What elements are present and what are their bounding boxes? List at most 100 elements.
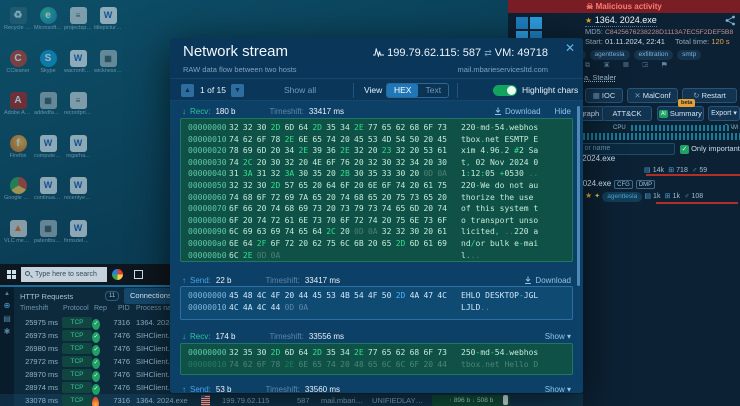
- desktop-icon[interactable]: f Firefox: [4, 135, 32, 159]
- hex-row: 000000104C4A4C440D0ALJLD..: [181, 302, 572, 314]
- show-all-button[interactable]: Show all: [284, 85, 316, 95]
- dialog-subtitle: RAW data flow between two hosts: [183, 65, 297, 74]
- hex-row: 000000003232302D6D642D35342E776562686F73…: [181, 122, 572, 134]
- hex-row: 00000030742C203032204E6F7620323032342030…: [181, 157, 572, 169]
- hex-row: 00000040313A31323A3035202B30353330200D0A…: [181, 168, 572, 180]
- attck-button[interactable]: ATT&CK: [602, 106, 652, 121]
- share-icon[interactable]: [725, 15, 736, 26]
- recycle-icon: ♻: [10, 7, 27, 24]
- ioc-button[interactable]: ▦ IOC: [585, 88, 623, 103]
- timeline-bar[interactable]: [583, 133, 740, 140]
- view-hex[interactable]: HEX: [387, 84, 418, 97]
- start-row: Start: 01.11.2024, 22:41 Total time: 120…: [585, 37, 730, 46]
- desktop-icon[interactable]: ♻ Recycle Bin: [4, 7, 32, 31]
- doc-icon: W: [100, 7, 117, 24]
- tab-http-requests[interactable]: HTTP Requests: [20, 290, 73, 303]
- desktop-icon[interactable]: S Skype: [34, 50, 62, 74]
- jpg-icon: ▦: [40, 92, 57, 109]
- download-button[interactable]: Download: [494, 107, 541, 116]
- jpg-icon: ▦: [100, 50, 117, 67]
- network-stream-dialog: Network stream RAW data flow between two…: [170, 38, 583, 393]
- recv-section-header: ↓ Recv:174 b Timeshift:33556 ms Show ▾: [182, 330, 571, 342]
- desktop-icon[interactable]: W continuada...: [34, 177, 62, 201]
- us-flag-icon: [201, 395, 210, 406]
- desktop-icon[interactable]: ≡ recordpric...: [64, 92, 92, 116]
- browser-icon[interactable]: [112, 269, 123, 280]
- search-icon: [25, 271, 30, 276]
- desktop-icon[interactable]: ▲ VLC media player: [4, 220, 32, 244]
- desktop-icon[interactable]: Google Chrome: [4, 177, 32, 201]
- desktop-icon[interactable]: ▦ addedfast.jpg: [34, 92, 62, 116]
- collapse-icon[interactable]: ▲: [0, 291, 14, 297]
- desktop-icon[interactable]: W regarha...: [64, 135, 92, 159]
- send-section-header: ↑ Send:53 b Timeshift:33560 ms Show ▾: [182, 383, 571, 393]
- tag-exfiltration[interactable]: exfiltration: [634, 50, 674, 60]
- show-button[interactable]: Show ▾: [545, 385, 571, 394]
- hex-row: 0000000045484C4F204445534B544F502D4A474C…: [181, 290, 572, 302]
- hex-row: 0000001074626F782E6E65742045534D54502045…: [181, 134, 572, 146]
- dialog-scrollbar-thumb[interactable]: [577, 106, 580, 286]
- doc-icon: W: [70, 135, 87, 152]
- close-icon[interactable]: ✕: [565, 41, 575, 55]
- skype-icon: S: [40, 50, 57, 67]
- hex-row: 0000002078696D20342E39362E32202332205361…: [181, 145, 572, 157]
- hex-row: 0000001074626F782E6E65742048656C6C6F2044…: [181, 359, 572, 371]
- hex-row: 000000706F6620746869732073797374656D2074…: [181, 203, 572, 215]
- desktop-icon[interactable]: ▦ wickness.jpg: [94, 50, 122, 74]
- show-button[interactable]: Show ▾: [545, 332, 571, 341]
- summary-button[interactable]: AISummary: [657, 106, 704, 121]
- desktop-icon[interactable]: e Microsoft Edge: [34, 7, 62, 31]
- tag-agenttesla[interactable]: agenttesla: [590, 50, 630, 60]
- taskbar-search-input[interactable]: Type here to search: [21, 267, 107, 282]
- edge-icon: e: [40, 7, 57, 24]
- desktop-icon[interactable]: W firmsdelRe...: [64, 220, 92, 244]
- doc-icon: W: [40, 177, 57, 194]
- tags-row: stealeragentteslaexfiltrationsmtp: [556, 49, 740, 60]
- desktop-icon[interactable]: ≡ projectspa...: [64, 7, 92, 31]
- send-hex-block: 0000000045484C4F204445534B544F502D4A474C…: [180, 286, 573, 320]
- hide-button[interactable]: Hide: [555, 107, 571, 116]
- doc-icon: W: [70, 220, 87, 237]
- arrow-up-icon: ↑: [182, 385, 189, 394]
- highlight-chars-toggle[interactable]: [493, 85, 517, 96]
- hex-row: 000000a06E642F6F722062756C6B20652D6D6169…: [181, 238, 572, 250]
- desktop-icon[interactable]: W recentyear...: [64, 177, 92, 201]
- agenttesla-badge[interactable]: agenttesla: [602, 192, 642, 202]
- sample-name[interactable]: ★ 1364. 2024.exe: [585, 15, 657, 27]
- connection-row[interactable]: 33078 msTCP 7316 1364. 2024.exe199.79.62…: [0, 394, 583, 406]
- pager-label: 1 of 15: [200, 85, 226, 95]
- desktop-icon[interactable]: A Adobe Acrobat: [4, 92, 32, 116]
- process-2-detail: ★ ✦ agenttesla ▤ 1k ⊞ 1k ♂ 108: [585, 191, 707, 202]
- stream-dropdown-button[interactable]: ▼: [231, 84, 244, 97]
- family-link[interactable]: a, Stealer: [584, 73, 616, 82]
- prev-stream-button[interactable]: ▲: [181, 84, 194, 97]
- download-button[interactable]: Download: [524, 276, 571, 285]
- chrome-icon: [10, 177, 27, 194]
- desktop-icon[interactable]: W titlepicture...: [94, 7, 122, 31]
- desktop-icon[interactable]: C CCleaner: [4, 50, 32, 74]
- horizontal-scrollbar-thumb[interactable]: [503, 395, 508, 405]
- file-icon: ▤: [644, 167, 651, 174]
- malconf-button[interactable]: ✕ MalConf: [627, 88, 678, 103]
- start-button-icon[interactable]: [7, 270, 16, 279]
- desktop-icon[interactable]: W wacronfts...: [64, 50, 92, 74]
- recv-section-header: ↓ Recv:180 b Timeshift:33417 ms Download…: [182, 105, 571, 117]
- view-toggle[interactable]: HEXText: [386, 83, 449, 98]
- task-view-icon[interactable]: [134, 270, 143, 279]
- remote-host: mail.mbarieservicesltd.com: [458, 65, 548, 74]
- desktop-icon[interactable]: ▦ patentbuy...: [34, 220, 62, 244]
- malicious-underline: [656, 202, 738, 204]
- tag-smtp[interactable]: smtp: [677, 50, 701, 60]
- badge-cfg: CFG: [614, 180, 633, 189]
- txt-icon: ≡: [70, 92, 87, 109]
- view-text[interactable]: Text: [418, 84, 448, 97]
- only-important-checkbox[interactable]: ✓ Only important: [680, 144, 740, 154]
- network-icon[interactable]: ⊕: [0, 301, 14, 310]
- view-label: View: [364, 85, 382, 95]
- export-button[interactable]: Export ▾: [708, 106, 740, 121]
- hex-row: 000000003235302D6D642D35342E776562686F73…: [181, 347, 572, 359]
- screen: ♻ Recycle Bin e Microsoft Edge ≡ project…: [0, 0, 740, 406]
- hex-row: 000000806F207472616E73706F727420756E736F…: [181, 215, 572, 227]
- desktop-icon[interactable]: W computers...: [34, 135, 62, 159]
- hex-row: 000000906C6963697465642C200D0A3232302061…: [181, 226, 572, 238]
